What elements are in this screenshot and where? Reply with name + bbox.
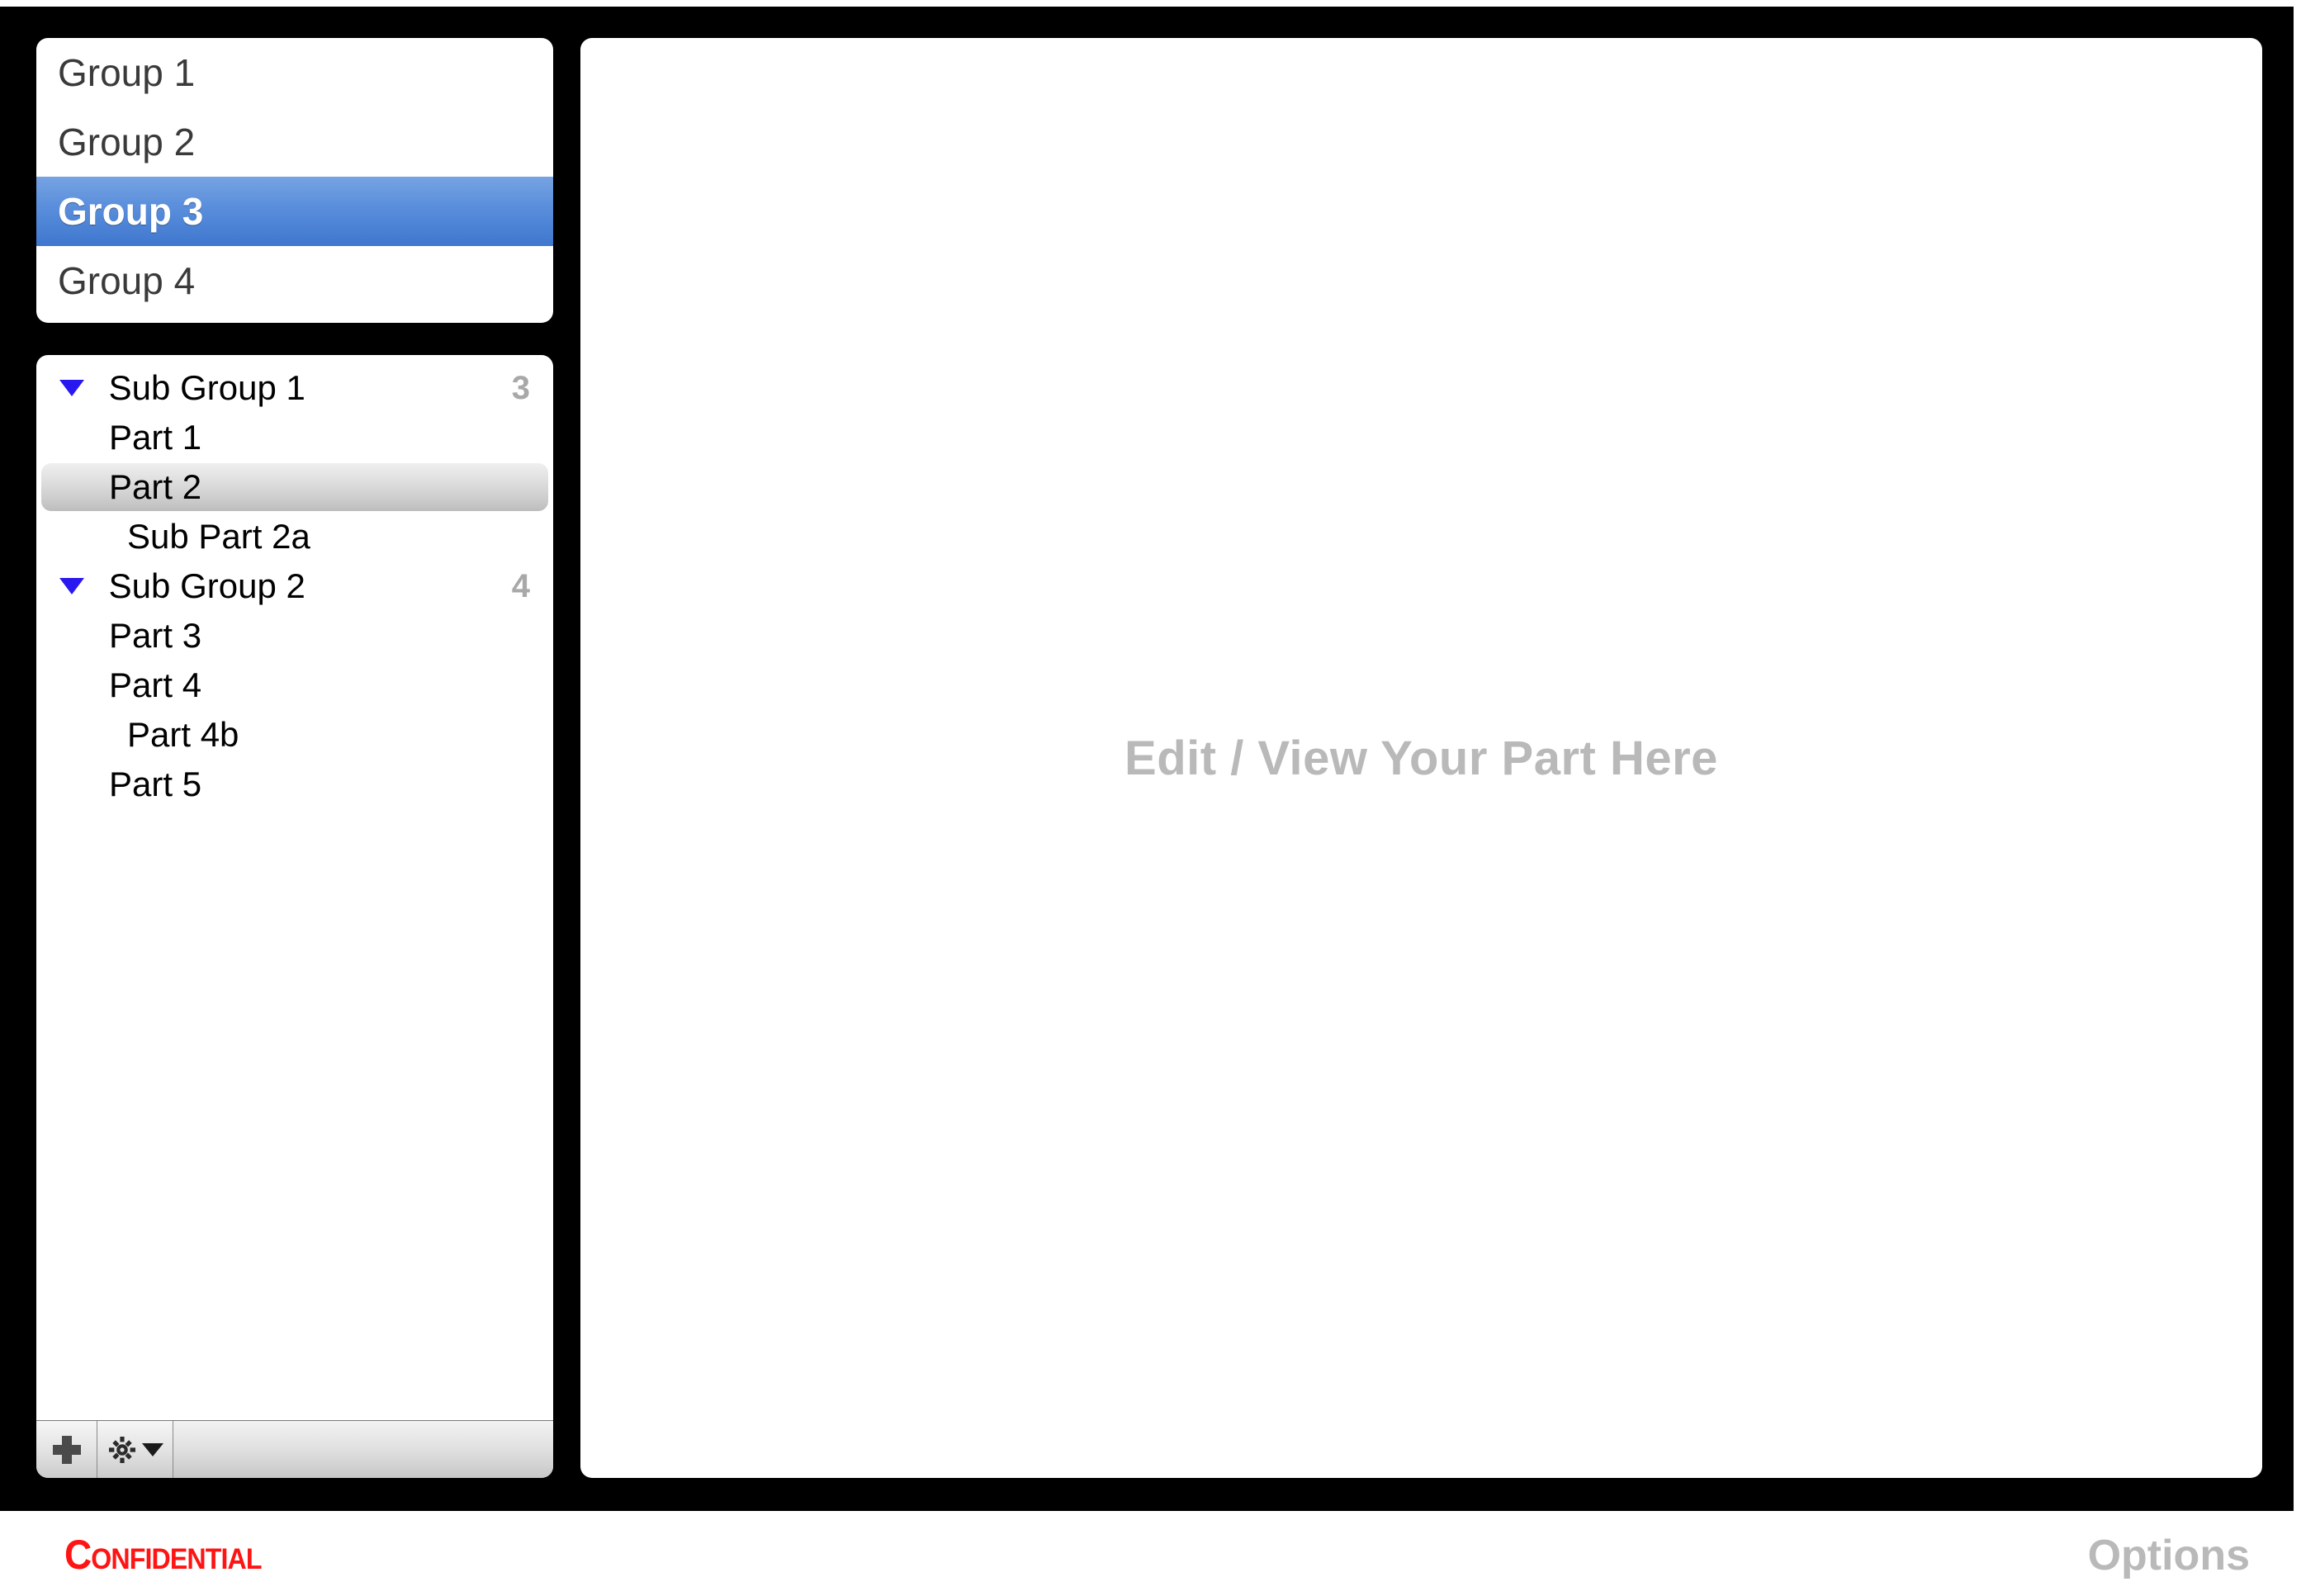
tree-row[interactable]: Part 5 [36,760,553,809]
tree-row-label: Sub Group 2 [108,566,305,605]
tree-row-count-badge: 4 [511,568,530,604]
group-list-item-label: Group 3 [58,190,204,233]
group-list-item-label: Group 1 [58,51,196,94]
tree-row-label: Part 2 [109,467,202,506]
tree-row[interactable]: Part 4b [36,710,553,760]
gear-icon [108,1436,135,1463]
tree-row[interactable]: Part 1 [36,413,553,462]
group-list-item-label: Group 2 [58,121,196,163]
toolbar-spacer [173,1421,553,1478]
tree-row-label: Part 5 [109,765,202,803]
caret-down-icon [141,1442,163,1456]
plus-icon [52,1435,81,1464]
tree-row-count-badge: 3 [511,370,530,406]
group-list-panel: Group 1 Group 2 Group 3 Group 4 [36,38,553,323]
main-content-panel[interactable]: Edit / View Your Part Here [580,38,2262,1478]
footer-bar: Confidential Options [0,1511,2301,1596]
group-list-item-2[interactable]: Group 2 [36,107,553,177]
tree-row-label: Part 4 [109,665,202,704]
group-list-item-3[interactable]: Group 3 [36,177,553,246]
sub-group-tree-list: Sub Group 1 3 Part 1 Part 2 Sub Part 2a … [36,355,553,809]
options-link[interactable]: Options [2088,1531,2250,1580]
sub-group-tree-panel: Sub Group 1 3 Part 1 Part 2 Sub Part 2a … [36,355,553,1420]
tree-row-label: Sub Group 1 [108,368,305,407]
tree-row[interactable]: Part 4 [36,661,553,710]
tree-row[interactable]: Sub Group 1 3 [36,363,553,413]
main-placeholder-text: Edit / View Your Part Here [1124,731,1718,785]
group-list-item-label: Group 4 [58,259,196,302]
tree-row-label: Part 1 [109,418,202,457]
tree-row-label: Part 3 [109,616,202,655]
group-list-item-4[interactable]: Group 4 [36,246,553,315]
tree-row-selected[interactable]: Part 2 [36,462,553,512]
group-list-item-1[interactable]: Group 1 [36,38,553,107]
left-sidebar: Group 1 Group 2 Group 3 Group 4 Sub Grou… [36,38,553,1478]
disclosure-triangle-icon[interactable] [59,577,84,594]
add-button[interactable] [36,1421,97,1478]
tree-row[interactable]: Part 3 [36,611,553,661]
tree-row-label: Part 4b [127,715,239,754]
tree-row[interactable]: Sub Group 2 4 [36,561,553,611]
disclosure-triangle-icon[interactable] [59,379,84,396]
tree-row[interactable]: Sub Part 2a [36,512,553,561]
confidential-watermark: Confidential [64,1532,263,1578]
tree-bottom-toolbar [36,1420,553,1478]
settings-menu-button[interactable] [97,1421,173,1478]
tree-row-label: Sub Part 2a [127,517,310,556]
